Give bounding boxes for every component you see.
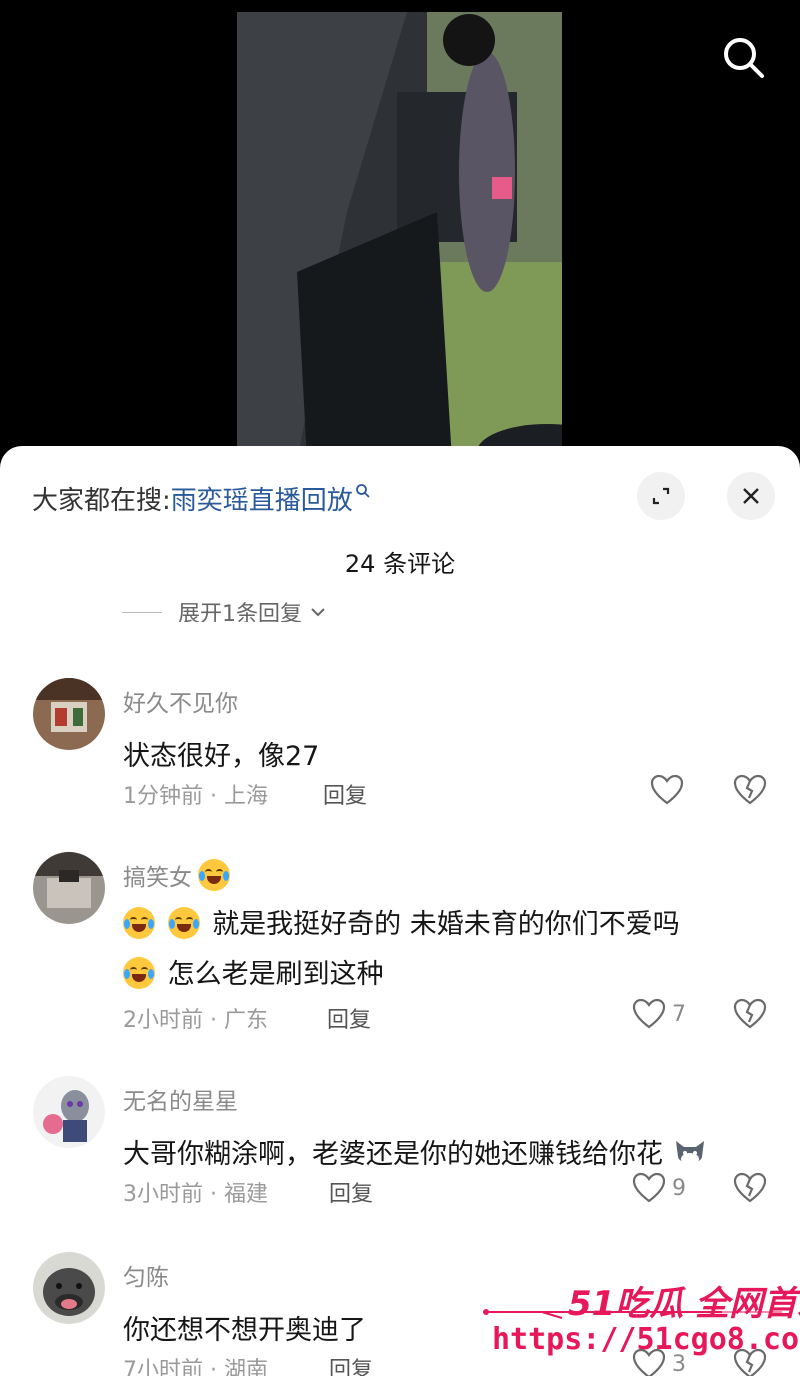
- avatar[interactable]: [33, 852, 105, 924]
- expand-replies-button[interactable]: 展开1条回复: [122, 596, 328, 627]
- search-icon: [724, 38, 764, 78]
- chevron-down-icon: [311, 608, 325, 617]
- heart-outline-icon: [650, 774, 684, 805]
- reply-button[interactable]: 回复: [329, 1352, 373, 1376]
- comment-text: 就是我挺好奇的 未婚未育的你们不爱吗 怎么老是刷到这种: [123, 900, 773, 1000]
- heart-outline-icon: [632, 998, 666, 1029]
- video-scene-image: [237, 12, 562, 460]
- comment-time-location: 2小时前 · 广东: [123, 1008, 268, 1033]
- comment-sheet: 大家都在搜: 雨奕瑶直播回放 24 条评论 展开1条回复 好久不见你 状态很好，…: [0, 446, 800, 1376]
- like-button[interactable]: 9: [632, 1172, 686, 1204]
- avatar[interactable]: [33, 678, 105, 750]
- expand-icon: [652, 487, 670, 505]
- video-frame: [237, 12, 562, 460]
- like-count: 9: [672, 1175, 686, 1201]
- search-suggestion[interactable]: 大家都在搜: 雨奕瑶直播回放: [32, 480, 371, 517]
- expand-replies-label: 展开1条回复: [178, 602, 302, 627]
- comment-username[interactable]: 好久不见你: [123, 684, 238, 718]
- like-button[interactable]: 7: [632, 998, 686, 1030]
- search-button[interactable]: [718, 32, 770, 84]
- watermark-circuit-decoration: [483, 1309, 782, 1319]
- avatar[interactable]: [33, 1076, 105, 1148]
- dislike-button[interactable]: [733, 1172, 767, 1208]
- broken-heart-icon: [733, 1172, 767, 1203]
- like-count: 7: [672, 1001, 686, 1027]
- fullscreen-button[interactable]: [637, 472, 685, 520]
- dislike-button[interactable]: [733, 774, 767, 810]
- divider-line: [122, 611, 162, 613]
- close-button[interactable]: [727, 472, 775, 520]
- crying-emoji-icon: [167, 907, 200, 939]
- watermark: 51吃瓜 全网首发 https://51cgo8.com: [482, 1276, 800, 1368]
- comment-username[interactable]: 搞笑女: [123, 858, 234, 892]
- comment-text-line: 怎么老是刷到这种: [167, 959, 384, 990]
- heart-outline-icon: [632, 1172, 666, 1203]
- reply-button[interactable]: 回复: [323, 778, 367, 810]
- comment-time-location: 7小时前 · 湖南: [123, 1358, 268, 1376]
- search-suggestion-term[interactable]: 雨奕瑶直播回放: [171, 480, 353, 517]
- comment-text-line: 就是我挺好奇的 未婚未育的你们不爱吗: [212, 909, 680, 940]
- video-player[interactable]: [0, 0, 800, 460]
- comment-username-text: 搞笑女: [123, 865, 192, 891]
- crying-emoji-icon: [123, 907, 155, 939]
- comment-text-line: 你还想不想开奥迪了: [123, 1315, 366, 1346]
- reply-button[interactable]: 回复: [329, 1176, 373, 1208]
- search-suggestion-label: 大家都在搜:: [32, 486, 171, 516]
- reply-button[interactable]: 回复: [327, 1002, 371, 1034]
- comment-username[interactable]: 无名的星星: [123, 1082, 238, 1116]
- laughing-tears-emoji-icon: [198, 859, 230, 891]
- watermark-url: https://51cgo8.com: [492, 1322, 800, 1357]
- broken-heart-icon: [733, 998, 767, 1029]
- small-search-icon: [355, 483, 371, 503]
- comment-time-location: 3小时前 · 福建: [123, 1182, 268, 1207]
- avatar[interactable]: [33, 1252, 105, 1324]
- comment-count-title: 24 条评论: [344, 550, 456, 578]
- comment-text-line: 大哥你糊涂啊，老婆还是你的她还赚钱给你花: [123, 1139, 663, 1170]
- close-icon: [743, 488, 759, 504]
- comment-username[interactable]: 匀陈: [123, 1258, 169, 1292]
- comment-text-line: 状态很好，像27: [123, 741, 320, 772]
- like-button[interactable]: [632, 774, 684, 806]
- rolling-laughing-emoji-icon: [123, 957, 155, 989]
- comment-time-location: 1分钟前 · 上海: [123, 784, 268, 809]
- dislike-button[interactable]: [733, 998, 767, 1034]
- broken-heart-icon: [733, 774, 767, 805]
